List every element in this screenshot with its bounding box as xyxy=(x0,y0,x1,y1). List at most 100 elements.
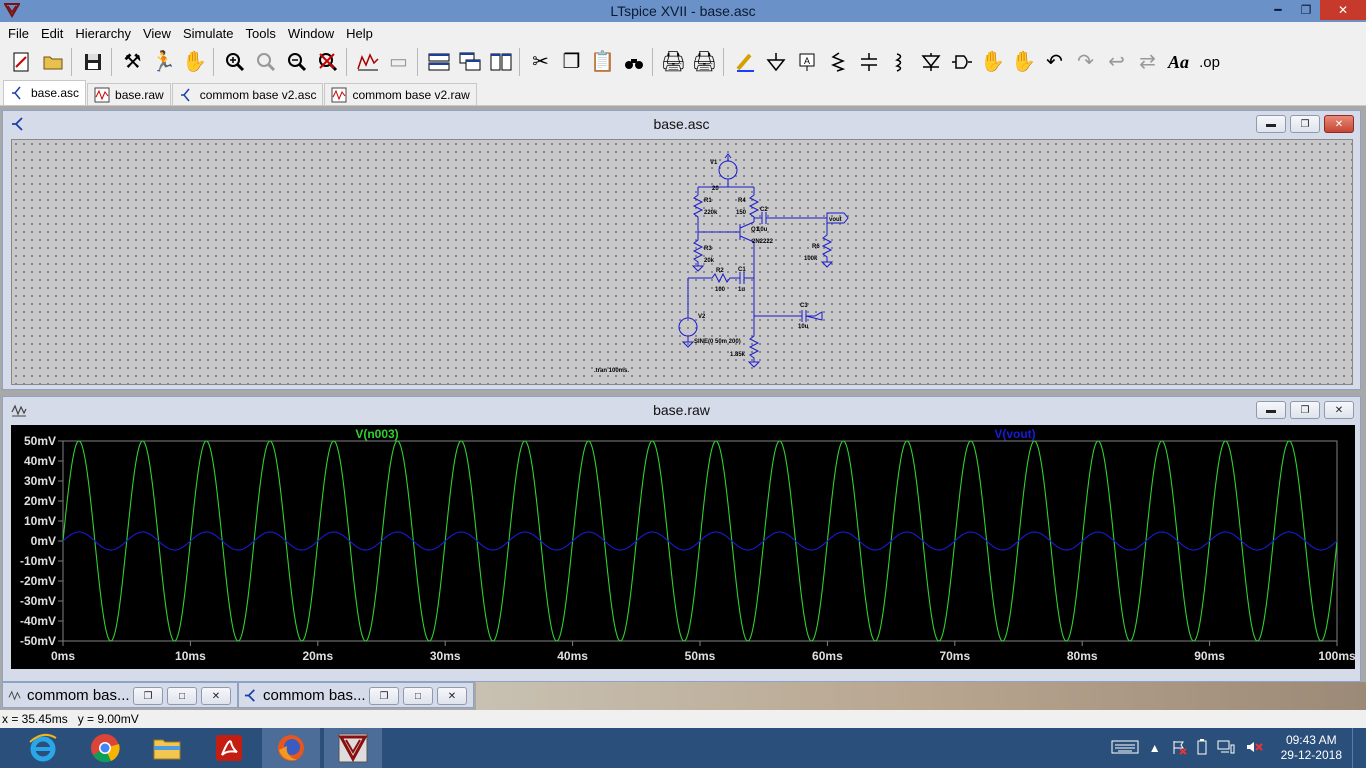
schematic-canvas[interactable]: V1 20 R1 220k R4 150 C2 10u Q1 2N2222 vo… xyxy=(11,139,1353,385)
capacitor-icon[interactable] xyxy=(853,47,884,77)
print-icon[interactable]: 🖨 xyxy=(658,47,689,77)
volume-muted-icon[interactable] xyxy=(1245,739,1263,758)
maximize-button[interactable]: □ xyxy=(403,687,433,705)
capacitor-c2[interactable] xyxy=(754,212,827,224)
redo-icon[interactable]: ↷ xyxy=(1070,47,1101,77)
menu-simulate[interactable]: Simulate xyxy=(177,26,240,41)
draw-wire-icon[interactable] xyxy=(729,47,760,77)
ground-icon[interactable] xyxy=(760,47,791,77)
pan-hand-icon[interactable]: ✋ xyxy=(179,47,210,77)
window-icon[interactable]: ▭ xyxy=(383,47,414,77)
menu-tools[interactable]: Tools xyxy=(240,26,282,41)
run-icon[interactable]: 🏃 xyxy=(148,47,179,77)
flag-icon[interactable] xyxy=(1171,739,1187,758)
schematic-close-button[interactable]: ✕ xyxy=(1324,115,1354,133)
inductor-icon[interactable] xyxy=(884,47,915,77)
schematic-minimize-button[interactable]: ▬ xyxy=(1256,115,1286,133)
battery-icon[interactable] xyxy=(1197,738,1207,758)
tile-horizontal-icon[interactable] xyxy=(423,47,454,77)
zoom-in-icon[interactable] xyxy=(219,47,250,77)
tab-base-raw[interactable]: base.raw xyxy=(87,83,171,105)
resistor-icon[interactable] xyxy=(822,47,853,77)
cut-icon[interactable]: ✂ xyxy=(525,47,556,77)
restore-button[interactable]: ❐ xyxy=(133,687,163,705)
menu-help[interactable]: Help xyxy=(340,26,379,41)
close-button[interactable]: ✕ xyxy=(1320,0,1366,20)
zoom-out-icon[interactable] xyxy=(281,47,312,77)
label-net-icon[interactable]: A xyxy=(791,47,822,77)
zoom-cancel-icon[interactable] xyxy=(312,47,343,77)
waveform-close-button[interactable]: ✕ xyxy=(1324,401,1354,419)
file-explorer-icon[interactable] xyxy=(138,728,196,768)
minimized-window-2[interactable]: commom bas... ❐ □ ✕ xyxy=(238,682,474,708)
keyboard-icon[interactable] xyxy=(1111,739,1139,758)
clock[interactable]: 09:43 AM 29-12-2018 xyxy=(1281,733,1342,763)
restore-button[interactable]: ❐ xyxy=(1292,0,1320,20)
menu-edit[interactable]: Edit xyxy=(35,26,69,41)
resistor-r1[interactable] xyxy=(692,187,704,232)
close-button[interactable]: ✕ xyxy=(201,687,231,705)
x-tick-label: 40ms xyxy=(557,649,588,663)
x-tick-label: 90ms xyxy=(1194,649,1225,663)
resistor-r6[interactable] xyxy=(820,218,834,268)
resistor-r4[interactable] xyxy=(748,187,760,222)
voltage-source-v2[interactable] xyxy=(678,317,698,337)
diode-icon[interactable] xyxy=(915,47,946,77)
x-tick-label: 20ms xyxy=(302,649,333,663)
restore-button[interactable]: ❐ xyxy=(369,687,399,705)
move-icon[interactable]: ✋ xyxy=(977,47,1008,77)
notifications-icon[interactable] xyxy=(1352,728,1358,768)
tab-base-asc[interactable]: base.asc xyxy=(3,80,87,105)
c1-value: 1u xyxy=(738,287,745,293)
text-icon[interactable]: Aa xyxy=(1163,47,1194,77)
minimized-window-1[interactable]: commom bas... ❐ □ ✕ xyxy=(2,682,238,708)
maximize-button[interactable]: □ xyxy=(167,687,197,705)
menu-file[interactable]: File xyxy=(2,26,35,41)
rotate-icon[interactable]: ↩ xyxy=(1101,47,1132,77)
legend-vvout: V(vout) xyxy=(994,427,1035,441)
save-icon[interactable] xyxy=(77,47,108,77)
autorange-icon[interactable] xyxy=(352,47,383,77)
waveform-restore-button[interactable]: ❐ xyxy=(1290,401,1320,419)
copy-icon[interactable]: ❐ xyxy=(556,47,587,77)
network-icon[interactable] xyxy=(1217,739,1235,758)
menu-view[interactable]: View xyxy=(137,26,177,41)
print-setup-icon[interactable]: 🖨 xyxy=(689,47,720,77)
menu-hierarchy[interactable]: Hierarchy xyxy=(69,26,137,41)
open-icon[interactable] xyxy=(37,47,68,77)
show-hidden-icons-chevron-icon[interactable]: ▲ xyxy=(1149,741,1161,755)
mirror-icon[interactable]: ⇄ xyxy=(1132,47,1163,77)
close-button[interactable]: ✕ xyxy=(437,687,467,705)
tab-commom-base-v2-raw[interactable]: commom base v2.raw xyxy=(324,83,477,105)
spice-directive-icon[interactable]: .op xyxy=(1194,47,1225,77)
capacitor-c3[interactable] xyxy=(753,278,823,322)
ltspice-icon[interactable] xyxy=(324,728,382,768)
cascade-icon[interactable] xyxy=(454,47,485,77)
minimize-button[interactable]: ━ xyxy=(1264,0,1292,20)
new-schematic-icon[interactable] xyxy=(6,47,37,77)
tile-icon[interactable] xyxy=(485,47,516,77)
resistor-r5[interactable] xyxy=(747,316,761,368)
voltage-source-v1[interactable] xyxy=(718,160,738,180)
undo-icon[interactable]: ↶ xyxy=(1039,47,1070,77)
menu-window[interactable]: Window xyxy=(282,26,340,41)
chrome-icon[interactable] xyxy=(76,728,134,768)
zoom-fit-icon[interactable] xyxy=(250,47,281,77)
resistor-r3[interactable] xyxy=(691,232,705,272)
firefox-icon[interactable] xyxy=(262,728,320,768)
minimized-window-title: commom bas... xyxy=(263,687,366,704)
x-tick-label: 80ms xyxy=(1067,649,1098,663)
paste-icon[interactable]: 📋 xyxy=(587,47,618,77)
drag-icon[interactable]: ✋ xyxy=(1008,47,1039,77)
svg-text:A: A xyxy=(804,56,810,66)
component-icon[interactable] xyxy=(946,47,977,77)
waveform-plot[interactable]: 50mV 40mV 30mV 20mV 10mV 0mV -10mV -20mV -30mV -4… xyxy=(11,425,1355,669)
control-panel-icon[interactable]: ⚒ xyxy=(117,47,148,77)
acrobat-icon[interactable] xyxy=(200,728,258,768)
schematic-restore-button[interactable]: ❐ xyxy=(1290,115,1320,133)
tab-commom-base-v2-asc[interactable]: commom base v2.asc xyxy=(171,83,324,105)
waveform-minimize-button[interactable]: ▬ xyxy=(1256,401,1286,419)
find-icon[interactable] xyxy=(618,47,649,77)
tran-directive[interactable]: .tran 100ms. xyxy=(594,368,629,374)
internet-explorer-icon[interactable] xyxy=(14,728,72,768)
